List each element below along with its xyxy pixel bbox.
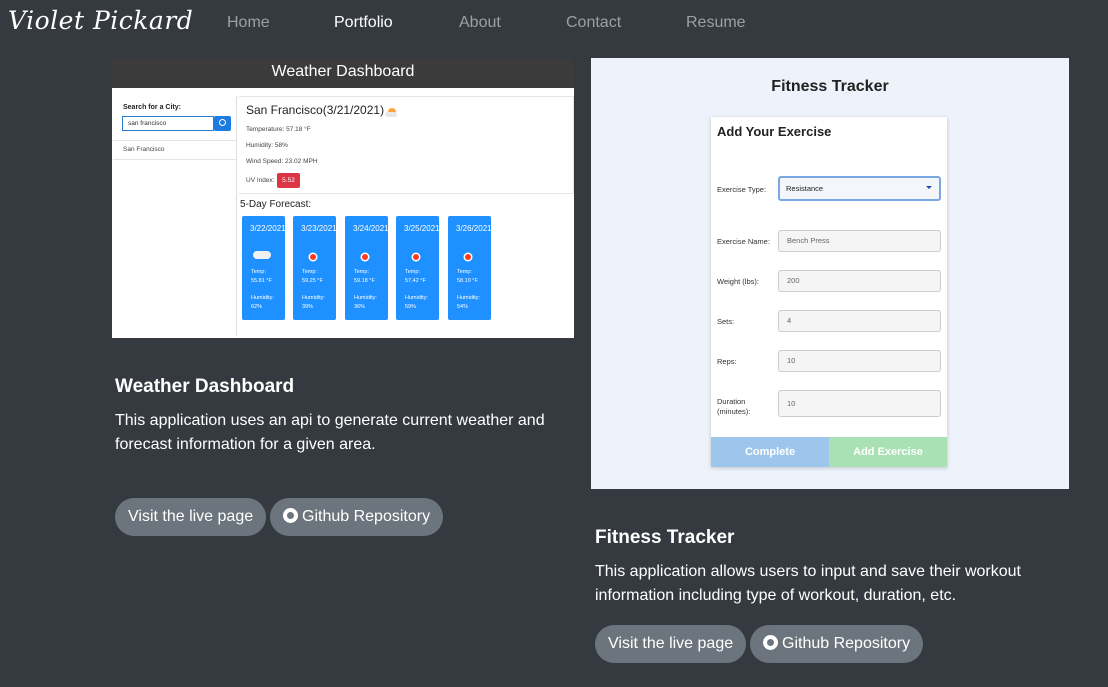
fitness-title: Fitness Tracker [771, 78, 889, 95]
weather-temperature: Temperature: 57.18 °F [246, 126, 311, 133]
fitness-form-card: Add Your Exercise Exercise Type: Resista… [711, 117, 947, 467]
forecast-heading: 5-Day Forecast: [240, 199, 312, 210]
forecast-humidity: Humidity: 62% [251, 295, 274, 310]
fitness-tracker-screenshot: Fitness Tracker Add Your Exercise Exerci… [591, 58, 1069, 489]
repo-button-label: Github Repository [302, 508, 431, 525]
sets-label: Sets: [717, 317, 735, 326]
forecast-card: 3/24/2021 Temp: 59.18 °F Humidity: 36% [345, 216, 389, 320]
live-page-button-fitness[interactable]: Visit the live page [595, 625, 747, 663]
nav-resume[interactable]: Resume [686, 14, 746, 32]
complete-button: Complete [711, 437, 829, 467]
repo-button-label: Github Repository [782, 635, 911, 652]
forecast-card: 3/26/2021 Temp: 58.19 °F Humidity: 54% [448, 216, 492, 320]
github-icon [283, 508, 298, 523]
weather-humidity: Humidity: 58% [246, 142, 288, 149]
exercise-type-select: Resistance [778, 176, 941, 201]
weather-wind: Wind Speed: 23.02 MPH [246, 158, 318, 165]
partly-cloudy-icon [385, 108, 397, 117]
reps-field: 10 [778, 350, 941, 372]
repo-button-weather[interactable]: Github Repository [270, 498, 444, 536]
project-title-fitness: Fitness Tracker [595, 527, 735, 548]
project-title-weather: Weather Dashboard [115, 376, 295, 397]
forecast-date: 3/25/2021 [404, 224, 440, 233]
duration-field: 10 [778, 390, 941, 417]
exercise-type-value: Resistance [786, 184, 824, 193]
forecast-humidity: Humidity: 36% [354, 295, 377, 310]
nav-contact[interactable]: Contact [566, 14, 621, 32]
sun-icon [310, 254, 316, 260]
forecast-humidity: Humidity: 59% [405, 295, 428, 310]
brand-logo[interactable]: Violet Pickard [8, 6, 193, 35]
weight-label: Weight (lbs): [717, 277, 759, 286]
weather-dashboard-screenshot: Weather Dashboard Search for a City: san… [112, 58, 574, 338]
live-page-button-weather[interactable]: Visit the live page [115, 498, 267, 536]
weather-history-item: San Francisco [113, 140, 237, 160]
weather-current-title: San Francisco(3/21/2021) [246, 103, 385, 117]
forecast-date: 3/24/2021 [353, 224, 389, 233]
fitness-form-heading: Add Your Exercise [717, 124, 832, 139]
duration-label: Duration (minutes): [717, 397, 751, 416]
exercise-type-label: Exercise Type: [717, 185, 767, 194]
forecast-date: 3/26/2021 [456, 224, 492, 233]
forecast-humidity: Humidity: 39% [302, 295, 325, 310]
forecast-date: 3/23/2021 [301, 224, 337, 233]
project-description-weather: This application uses an api to generate… [115, 412, 545, 453]
nav-portfolio[interactable]: Portfolio [334, 14, 393, 32]
forecast-temp: Temp: 57.42 °F [405, 269, 426, 284]
github-icon [763, 635, 778, 650]
nav-about[interactable]: About [459, 14, 501, 32]
exercise-name-field: Bench Press [778, 230, 941, 252]
uv-badge: 5.52 [277, 173, 300, 188]
forecast-temp: Temp: 58.19 °F [457, 269, 478, 284]
sun-icon [465, 254, 471, 260]
weather-sidebar [112, 96, 237, 336]
weather-header: Weather Dashboard [112, 58, 574, 88]
navbar: Violet Pickard Home Portfolio About Cont… [0, 0, 1108, 46]
forecast-temp: Temp: 55.81 °F [251, 269, 272, 284]
project-description-fitness: This application allows users to input a… [595, 563, 1021, 604]
reps-label: Reps: [717, 357, 737, 366]
weather-search-label: Search for a City: [123, 104, 181, 111]
sets-field: 4 [778, 310, 941, 332]
forecast-temp: Temp: 59.25 °F [302, 269, 323, 284]
exercise-name-label: Exercise Name: [717, 237, 770, 246]
sun-icon [362, 254, 368, 260]
search-icon [214, 116, 231, 131]
cloud-icon [253, 251, 271, 259]
forecast-humidity: Humidity: 54% [457, 295, 480, 310]
repo-button-fitness[interactable]: Github Repository [750, 625, 924, 663]
nav-home[interactable]: Home [227, 14, 270, 32]
add-exercise-button: Add Exercise [829, 437, 947, 467]
forecast-card: 3/22/2021 Temp: 55.81 °F Humidity: 62% [242, 216, 286, 320]
weight-field: 200 [778, 270, 941, 292]
forecast-card: 3/25/2021 Temp: 57.42 °F Humidity: 59% [396, 216, 440, 320]
sun-icon [413, 254, 419, 260]
weather-uv-label: UV Index: [246, 177, 275, 184]
forecast-card: 3/23/2021 Temp: 59.25 °F Humidity: 39% [293, 216, 337, 320]
forecast-temp: Temp: 59.18 °F [354, 269, 375, 284]
forecast-date: 3/22/2021 [250, 224, 286, 233]
weather-search-input: san francisco [122, 116, 214, 131]
chevron-down-icon [926, 186, 932, 189]
